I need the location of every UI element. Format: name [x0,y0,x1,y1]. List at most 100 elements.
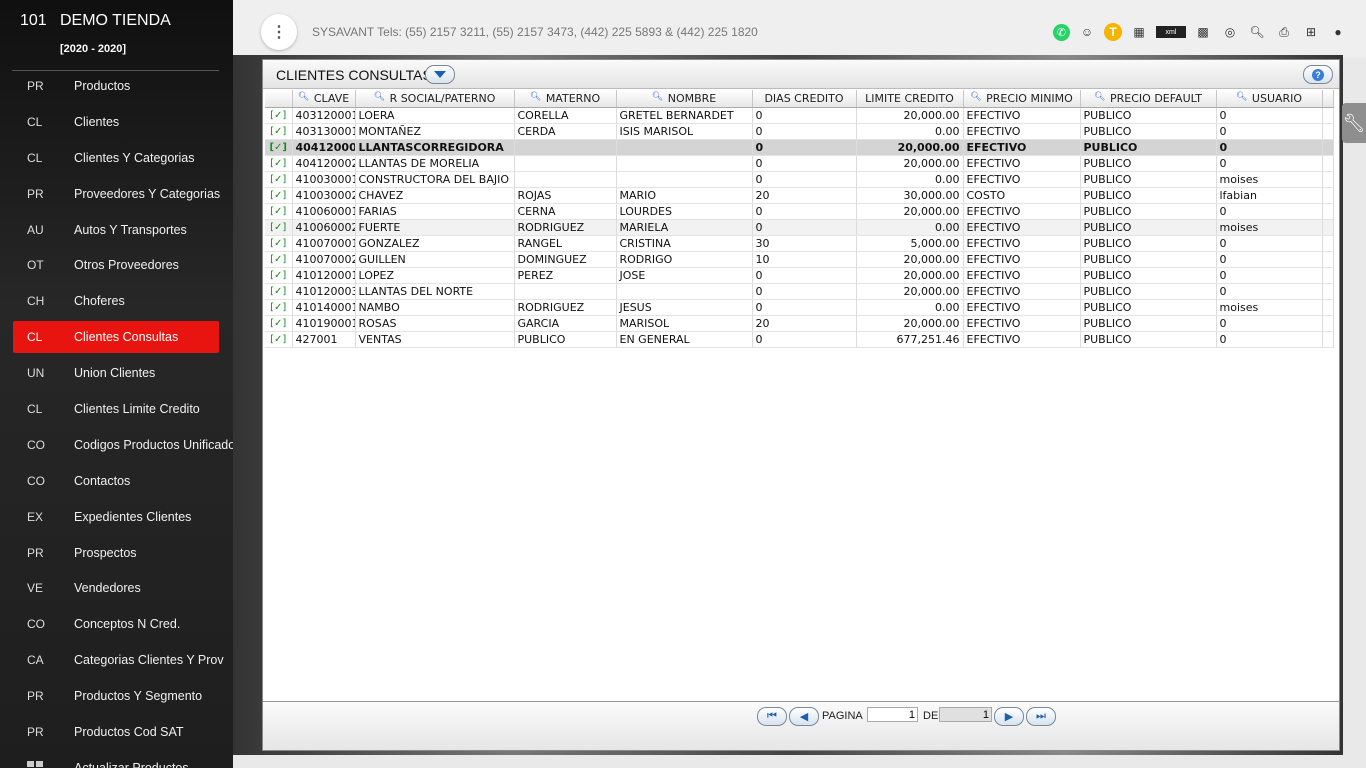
cell-materno: RODRIGUEZ [514,219,617,236]
add-window-icon[interactable]: ⊞ [1301,22,1321,42]
table-row[interactable]: [✓] 410120003 LLANTAS DEL NORTE 0 20,000.00 E… [265,283,1334,300]
sidebar-item-proveedores-y-categorias[interactable]: PR Proveedores Y Categorias [0,176,233,212]
sidebar-item-expedientes-clientes[interactable]: EX Expedientes Clientes [0,499,233,535]
first-page-button[interactable]: ⏮ [757,707,787,726]
row-check-icon[interactable]: [✓] [265,315,293,332]
column-header-r-social-paterno[interactable]: 🔍︎ R SOCIAL/PATERNO [355,90,515,108]
sidebar-item-productos-cod-sat[interactable]: PR Productos Cod SAT [0,714,233,750]
sidebar-item-clientes-y-categorias[interactable]: CL Clientes Y Categorias [0,140,233,176]
row-check-icon[interactable]: [✓] [265,283,293,300]
sidebar-item-clientes[interactable]: CL Clientes [0,104,233,140]
column-header-nombre[interactable]: 🔍︎ NOMBRE [616,90,753,108]
table-row[interactable]: [✓] 410070002 GUILLEN DOMINGUEZ RODRIGO 10 20,… [265,251,1334,268]
cell-nombre [616,155,753,172]
row-check-icon[interactable]: [✓] [265,171,293,188]
whatsapp-icon[interactable]: ✆ [1053,23,1070,41]
cell-clave: 404120002 [292,155,356,172]
table-row[interactable]: [✓] 410070001 GONZALEZ RANGEL CRISTINA 30 5,00… [265,235,1334,252]
sidebar-item-clientes-limite-credito[interactable]: CL Clientes Limite Credito [0,391,233,427]
panel-dropdown-button[interactable] [425,65,455,84]
search-icon[interactable]: 🔍︎ [1094,92,1105,102]
table-row[interactable]: [✓] 410120001 LOPEZ PEREZ JOSE 0 20,000.00 EFEC… [265,267,1334,284]
support-icon[interactable]: ☺ [1077,22,1097,42]
last-page-button[interactable]: ⏭ [1026,707,1056,726]
cell-limite-credito: 20,000.00 [856,155,964,172]
sidebar-item-choferes[interactable]: CH Choferes [0,283,233,319]
sidebar-item-abbrev: CH [27,294,45,309]
row-check-icon[interactable]: [✓] [265,267,293,284]
column-header-materno[interactable]: 🔍︎ MATERNO [514,90,617,108]
t-icon[interactable]: T [1104,23,1122,41]
sidebar-item-prospectos[interactable]: PR Prospectos [0,535,233,571]
row-check-icon[interactable]: [✓] [265,219,293,236]
next-page-button[interactable]: ▶ [994,707,1024,726]
search-icon[interactable]: 🔍︎ [652,92,663,102]
cell-clave: 410120001 [292,267,356,284]
search-icon[interactable]: 🔍︎ [374,92,385,102]
sidebar-item-categorias-clientes-y-prov[interactable]: CA Categorias Clientes Y Prov [0,642,233,678]
sidebar-item-label: Choferes [74,294,125,309]
row-check-icon[interactable]: [✓] [265,123,293,140]
column-header-limite-credito[interactable]: LIMITE CREDITO [856,90,964,108]
table-row[interactable]: [✓] 403120001 LOERA CORELLA GRETEL BERNARDET… [265,107,1334,124]
row-check-icon[interactable]: [✓] [265,155,293,172]
sidebar-item-productos[interactable]: PR Productos [0,68,233,104]
row-check-icon[interactable]: [✓] [265,139,293,156]
table-row[interactable]: [✓] 403130001 MONTAÑEZ CERDA ISIS MARISOL 0 0.… [265,123,1334,140]
disc-icon[interactable]: ◎ [1220,22,1240,42]
column-header-usuario[interactable]: 🔍︎ USUARIO [1216,90,1323,108]
sidebar-item-clientes-consultas[interactable]: CL Clientes Consultas [0,319,233,355]
row-check-icon[interactable]: [✓] [265,187,293,204]
sidebar-item-vendedores[interactable]: VE Vendedores [0,570,233,606]
row-check-icon[interactable]: [✓] [265,107,293,124]
sidebar-item-label: Conceptos N Cred. [74,617,181,632]
row-check-icon[interactable]: [✓] [265,203,293,220]
cell-clave: 404120001 [292,139,356,156]
sidebar-item-contactos[interactable]: CO Contactos [0,463,233,499]
sidebar-item-union-clientes[interactable]: UN Union Clientes [0,355,233,391]
page-input[interactable] [867,707,918,722]
sidebar-item-productos-y-segmento[interactable]: PR Productos Y Segmento [0,678,233,714]
grid-icon[interactable]: ▦ [1129,22,1149,42]
search-doc-icon[interactable]: 🔍︎ [1247,22,1267,42]
sidebar-item-otros-proveedores[interactable]: OT Otros Proveedores [0,247,233,283]
table-row[interactable]: [✓] 427001 VENTAS PUBLICO EN GENERAL 0 677,251… [265,331,1334,348]
row-check-icon[interactable]: [✓] [265,331,293,348]
print-icon[interactable]: ⎙ [1274,22,1294,42]
search-icon[interactable]: 🔍︎ [970,92,981,102]
sidebar-item-codigos-productos-unificados[interactable]: CO Codigos Productos Unificados [0,427,233,463]
cell-r-social-paterno: ROSAS [355,315,515,332]
table-row[interactable]: [✓] 410140001 NAMBO RODRIGUEZ JESUS 0 0.00 EFEC… [265,299,1334,316]
column-header-precio-minimo[interactable]: 🔍︎ PRECIO MINIMO [963,90,1081,108]
table-row[interactable]: [✓] 410190001 ROSAS GARCIA MARISOL 20 20,000.0… [265,315,1334,332]
xml-icon[interactable]: xml [1156,26,1186,38]
search-icon[interactable]: 🔍︎ [530,92,541,102]
cell-precio-default: PUBLICO [1080,155,1217,172]
more-options-button[interactable]: ⋮ [261,14,297,50]
column-header-precio-default[interactable]: 🔍︎ PRECIO DEFAULT [1080,90,1217,108]
table-row[interactable]: [✓] 410060001 FARIAS CERNA LOURDES 0 20,000.00… [265,203,1334,220]
row-check-icon[interactable]: [✓] [265,235,293,252]
qr-icon[interactable]: ▩ [1193,22,1213,42]
column-header-dias-credito[interactable]: DIAS CREDITO [752,90,857,108]
column-header-clave[interactable]: 🔍︎ CLAVE [292,90,356,108]
sidebar-item-label: Actualizar Productos [74,760,189,768]
sidebar-item-conceptos-n-cred[interactable]: CO Conceptos N Cred. [0,606,233,642]
sidebar-item-actualizar-productos[interactable]: Actualizar Productos [0,750,233,768]
help-button[interactable]: ? [1303,65,1333,84]
row-check-icon[interactable]: [✓] [265,299,293,316]
table-row[interactable]: [✓]404120001LLANTASCORREGIDORA020,000.00… [265,139,1334,156]
sidebar-item-autos-y-transportes[interactable]: AU Autos Y Transportes [0,212,233,248]
row-check-icon[interactable]: [✓] [265,251,293,268]
toolbar-icons: ✆ ☺ T ▦ xml ▩ ◎ 🔍︎ ⎙ ⊞ ● [1053,22,1348,42]
user-icon[interactable]: ● [1328,22,1348,42]
table-row[interactable]: [✓] 410030001 CONSTRUCTORA DEL BAJIO 0 0.00 E… [265,171,1334,188]
search-icon[interactable]: 🔍︎ [298,92,309,102]
prev-page-button[interactable]: ◀ [789,707,819,726]
table-row[interactable]: [✓] 410030002 CHAVEZ ROJAS MARIO 20 30,000.00 C… [265,187,1334,204]
search-icon[interactable]: 🔍︎ [1236,92,1247,102]
sidebar-item-abbrev: EX [27,509,44,524]
table-row[interactable]: [✓] 404120002 LLANTAS DE MORELIA 0 20,000.00… [265,155,1334,172]
wrench-icon[interactable]: 🔧︎ [1342,103,1366,143]
table-row[interactable]: [✓] 410060002 FUERTE RODRIGUEZ MARIELA 0 0.00 E… [265,219,1334,236]
